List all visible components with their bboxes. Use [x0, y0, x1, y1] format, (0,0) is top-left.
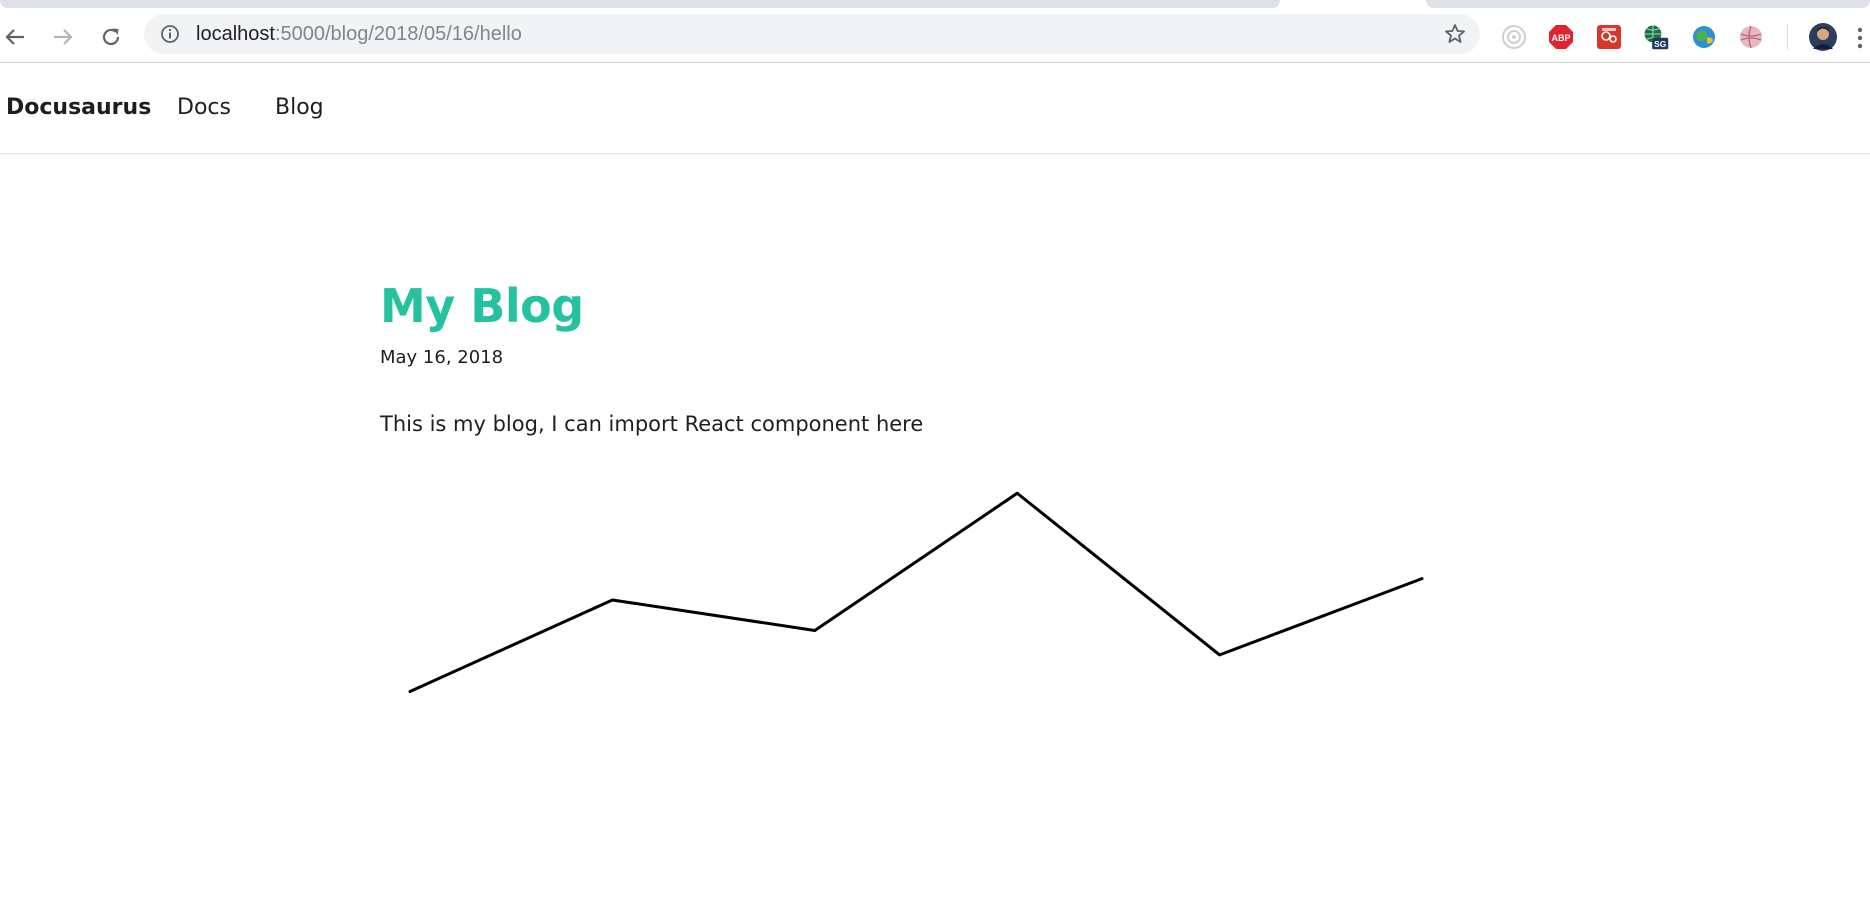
- address-bar[interactable]: localhost:5000/blog/2018/05/16/hello: [144, 14, 1480, 54]
- forward-button[interactable]: [50, 24, 76, 50]
- nav-link-blog[interactable]: Blog: [275, 95, 324, 120]
- sg-badge: SG: [1654, 39, 1667, 49]
- inactive-tab[interactable]: [0, 0, 1280, 8]
- post-body: This is my blog, I can import React comp…: [380, 412, 924, 436]
- chart-line-segment: [409, 598, 614, 693]
- more-menu-icon[interactable]: [1856, 26, 1864, 50]
- brand-link[interactable]: Docusaurus: [6, 95, 151, 120]
- forward-arrow-icon: [54, 29, 73, 45]
- star-icon[interactable]: [1444, 23, 1466, 45]
- tab-strip: [0, 0, 1870, 12]
- profile-avatar[interactable]: [1808, 22, 1838, 52]
- chart-point: [1420, 577, 1424, 581]
- chart-point: [408, 690, 412, 693]
- browser-toolbar: localhost:5000/blog/2018/05/16/hello ABP…: [0, 12, 1870, 63]
- red-extension-icon[interactable]: [1596, 24, 1622, 50]
- reload-icon: [102, 28, 120, 46]
- adblock-plus-extension-icon[interactable]: ABP: [1548, 24, 1574, 50]
- chart-point: [1015, 491, 1019, 495]
- info-icon[interactable]: [160, 24, 180, 44]
- url-host: localhost: [196, 23, 275, 45]
- chart-point: [813, 629, 817, 632]
- chart-line-segment: [612, 598, 816, 632]
- post-date: May 16, 2018: [380, 347, 504, 368]
- target-extension-icon[interactable]: [1501, 24, 1527, 50]
- green-globe-extension-icon[interactable]: [1691, 24, 1717, 50]
- back-arrow-icon: [5, 29, 24, 45]
- pink-ball-extension-icon[interactable]: [1738, 24, 1764, 50]
- url-path: :5000/blog/2018/05/16/hello: [274, 23, 522, 45]
- chart-line-segment: [813, 492, 1019, 632]
- chart-point: [610, 598, 614, 602]
- abp-label: ABP: [1551, 33, 1570, 43]
- toolbar-separator: [1787, 24, 1788, 50]
- chart-line-segment: [1016, 492, 1221, 657]
- globe-sg-extension-icon[interactable]: SG: [1643, 24, 1669, 50]
- back-button[interactable]: [2, 24, 28, 50]
- chart-line-segment: [1219, 577, 1423, 657]
- post-title[interactable]: My Blog: [380, 278, 584, 334]
- site-navbar: Docusaurus Docs Blog: [0, 63, 1870, 154]
- chart-point: [1218, 653, 1222, 657]
- reload-button[interactable]: [98, 24, 124, 50]
- nav-link-docs[interactable]: Docs: [177, 95, 231, 120]
- url-text[interactable]: localhost:5000/blog/2018/05/16/hello: [196, 23, 522, 45]
- line-chart: [408, 491, 1424, 693]
- inactive-tab[interactable]: [1426, 0, 1870, 8]
